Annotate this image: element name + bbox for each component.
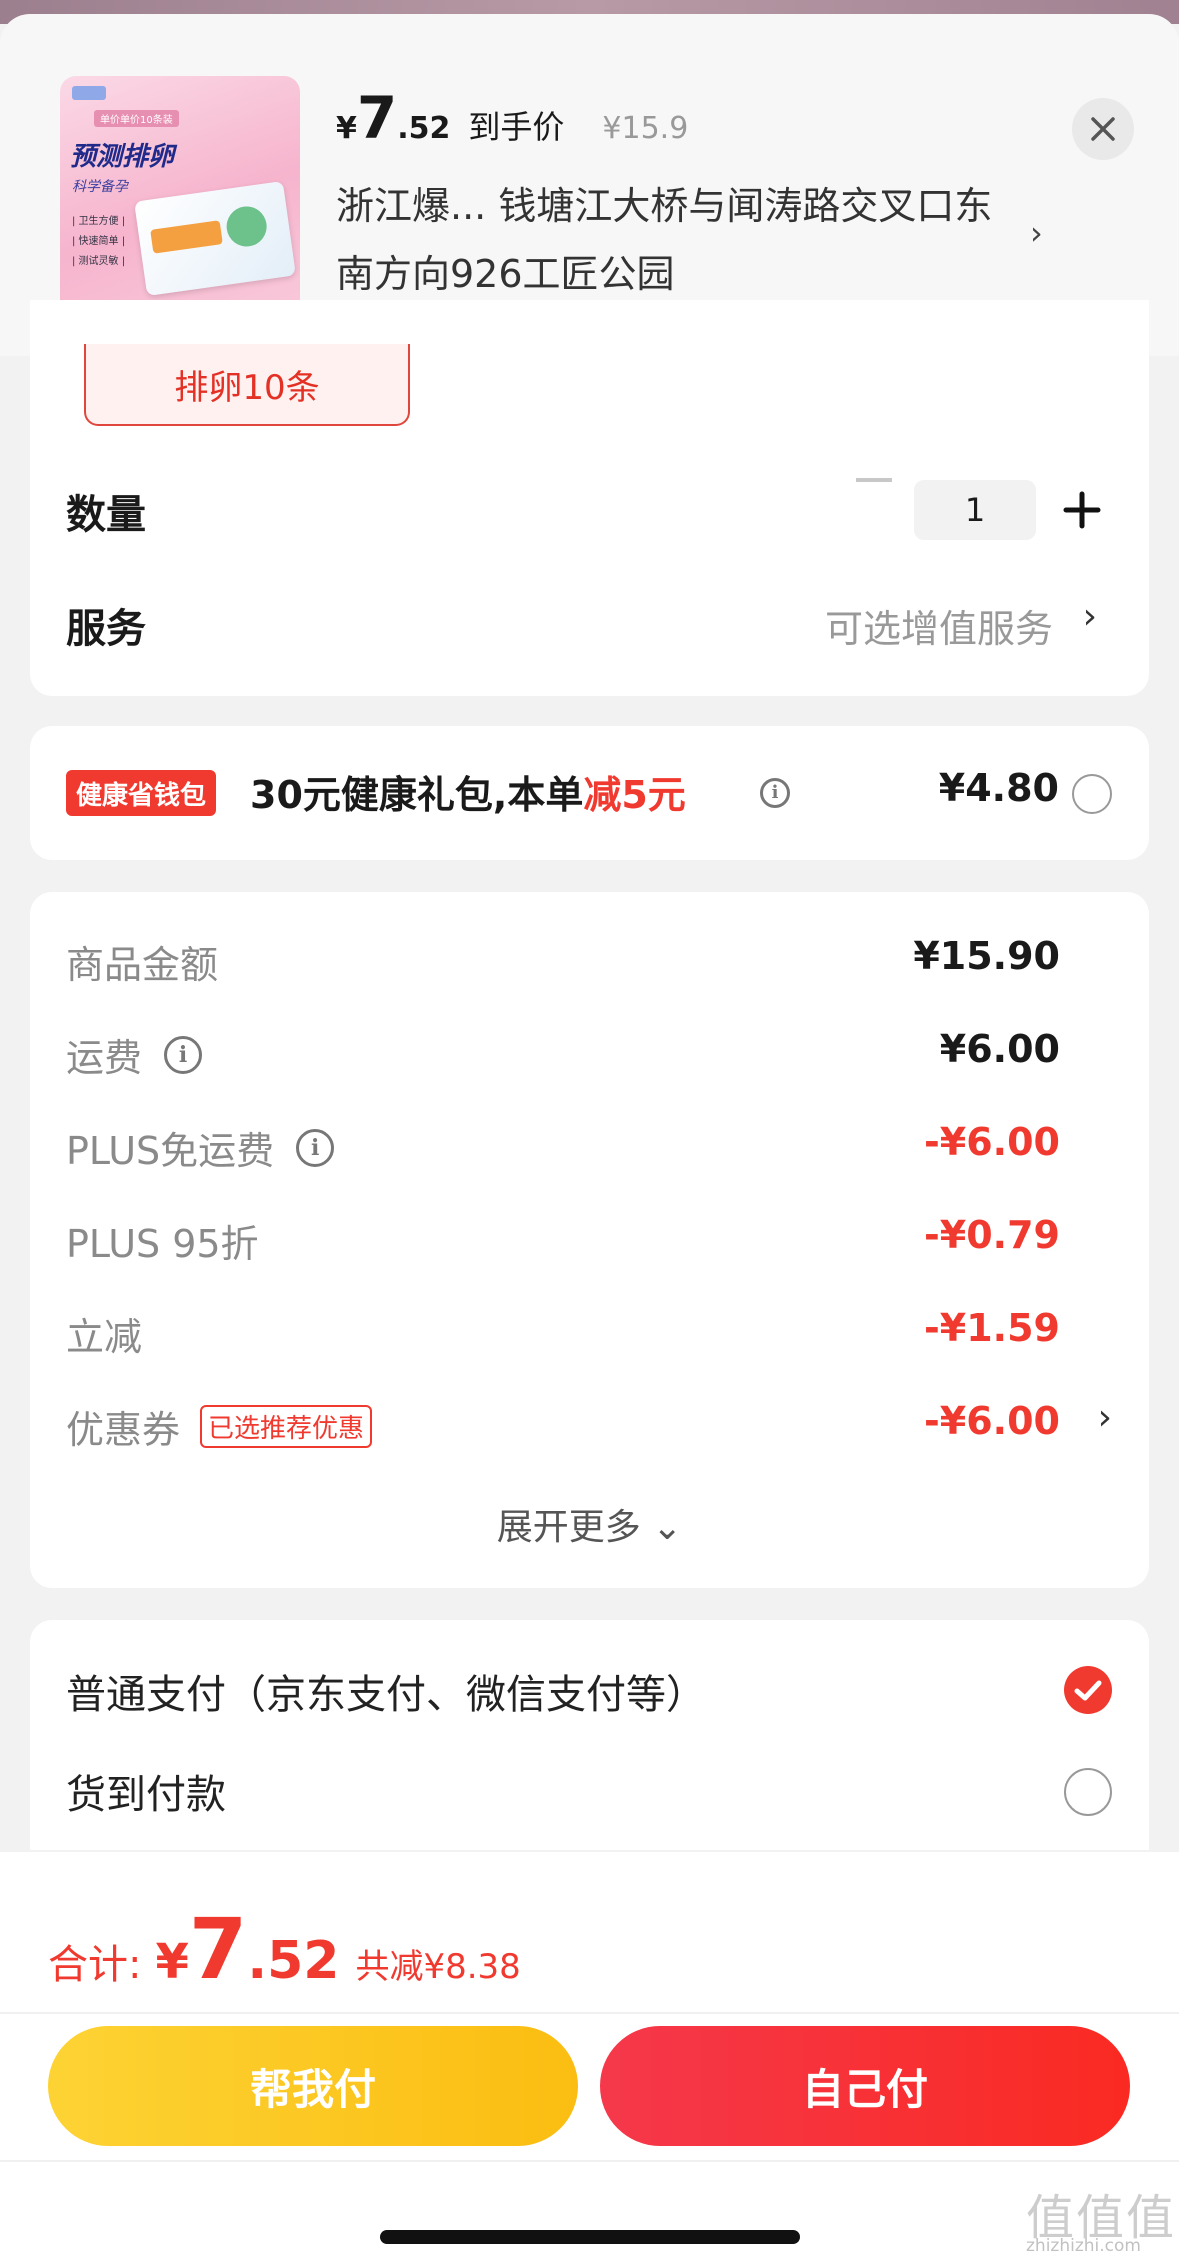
payment-cod-label[interactable]: 货到付款	[66, 1762, 226, 1820]
watermark-url: zhizhizhi.com	[1026, 2236, 1141, 2256]
health-bag-price: ¥4.80	[938, 766, 1059, 810]
chevron-right-icon[interactable]: ›	[1083, 596, 1097, 637]
service-label: 服务	[66, 606, 146, 652]
brand-logo	[72, 86, 106, 100]
thumb-subtitle: 科学备孕	[72, 179, 128, 195]
thumb-tagline: 单价单价10条装	[94, 110, 179, 127]
divider	[0, 2012, 1179, 2014]
fee-row-coupon[interactable]: 优惠券 已选推荐优惠 -¥6.00 ›	[66, 1393, 1112, 1453]
payment-cod-radio[interactable]	[1064, 1768, 1112, 1816]
thumb-title: 预测排卵	[70, 142, 175, 172]
close-icon	[1091, 117, 1115, 141]
chevron-right-icon[interactable]: ›	[1098, 1397, 1112, 1438]
home-indicator[interactable]	[380, 2230, 800, 2244]
fee-row-plus-free-shipping: PLUS免运费 i -¥6.00	[66, 1120, 1060, 1173]
payment-method-card: 普通支付（京东支付、微信支付等） 货到付款	[30, 1620, 1149, 1850]
health-bag-description: 30元健康礼包,本单减5元	[250, 773, 686, 817]
fee-row-instant-discount: 立减 -¥1.59	[66, 1306, 1060, 1359]
delivery-address[interactable]: 浙江爆... 钱塘江大桥与闻涛路交叉口东南方向926工匠公园	[336, 172, 1026, 308]
thumb-bullets: | 卫生方便 | | 快速简单 | | 测试灵敏 |	[72, 216, 126, 267]
expand-more-button[interactable]: 展开更多 ⌄	[30, 1498, 1149, 1550]
health-bag-radio[interactable]	[1072, 774, 1112, 814]
checkout-bar: 合计: ¥ 7 .52 共减¥8.38 帮我付 自己付 值值值 zhizhizh…	[0, 1852, 1179, 2265]
chevron-right-icon[interactable]: ›	[1030, 214, 1043, 252]
product-thumbnail: 单价单价10条装 预测排卵 科学备孕 | 卫生方便 | | 快速简单 | | 测…	[60, 76, 300, 316]
price-caption: 到手价	[468, 108, 565, 146]
quantity-minus-button[interactable]	[856, 478, 892, 482]
fee-row-plus-discount: PLUS 95折 -¥0.79	[66, 1213, 1060, 1266]
fee-row-goods: 商品金额 ¥15.90	[66, 934, 1060, 987]
checkmark-icon[interactable]	[1064, 1666, 1112, 1714]
health-bag-badge: 健康省钱包	[66, 770, 217, 816]
quantity-plus-button[interactable]	[1058, 486, 1106, 534]
self-pay-button[interactable]: 自己付	[600, 2026, 1130, 2146]
coupon-tag: 已选推荐优惠	[200, 1405, 373, 1448]
close-button[interactable]	[1072, 98, 1134, 160]
options-card: 排卵10条 数量 1 服务 可选增值服务 ›	[30, 300, 1149, 696]
fee-breakdown-card: 商品金额 ¥15.90 运费 i ¥6.00 PLUS免运费 i -¥6.00 PL…	[30, 892, 1149, 1588]
final-price: ¥ 7 .52 到手价 ¥15.9	[336, 84, 689, 152]
total-price: 合计: ¥ 7 .52 共减¥8.38	[48, 1900, 521, 1998]
payment-normal-label[interactable]: 普通支付（京东支付、微信支付等）	[66, 1662, 706, 1720]
product-box-illustration	[134, 181, 296, 296]
fee-row-shipping: 运费 i ¥6.00	[66, 1027, 1060, 1080]
divider	[0, 2160, 1179, 2162]
help-pay-button[interactable]: 帮我付	[48, 2026, 578, 2146]
total-saved: 共减¥8.38	[355, 1947, 521, 1987]
spec-option-selected[interactable]: 排卵10条	[84, 344, 410, 426]
health-bag-card: 健康省钱包 30元健康礼包,本单减5元 i ¥4.80	[30, 726, 1149, 860]
quantity-input[interactable]: 1	[914, 480, 1036, 540]
info-icon[interactable]: i	[164, 1035, 203, 1074]
info-icon[interactable]: i	[760, 778, 790, 808]
info-icon[interactable]: i	[296, 1128, 335, 1167]
service-value[interactable]: 可选增值服务	[825, 598, 1053, 653]
quantity-label: 数量	[66, 492, 146, 538]
original-price: ¥15.9	[602, 111, 689, 146]
